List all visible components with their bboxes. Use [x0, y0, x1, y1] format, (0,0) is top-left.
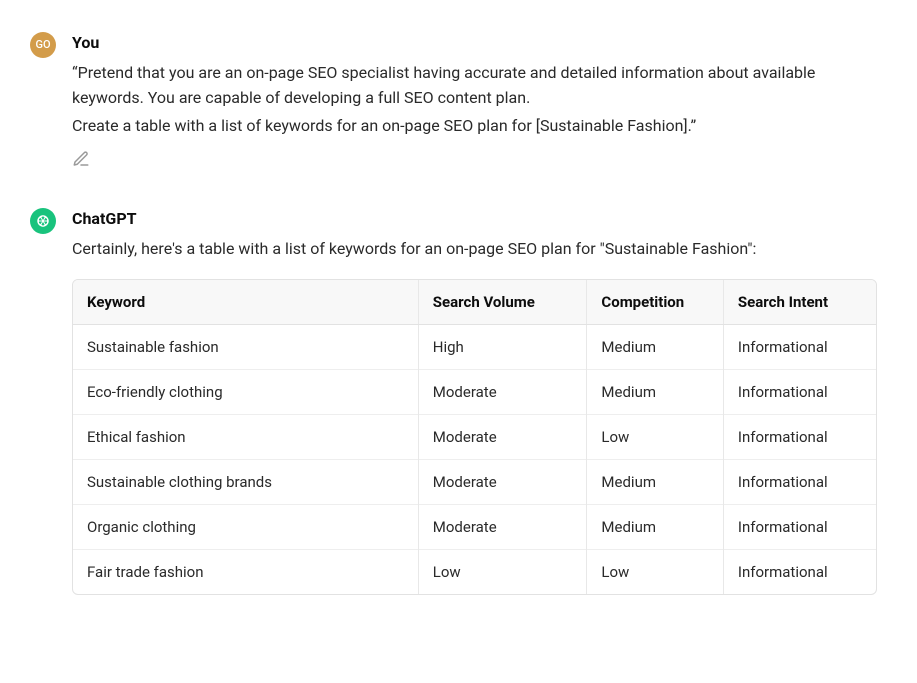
- assistant-message: ChatGPT Certainly, here's a table with a…: [30, 206, 877, 595]
- assistant-content: Certainly, here's a table with a list of…: [72, 236, 877, 596]
- col-header-search-volume: Search Volume: [418, 280, 587, 325]
- openai-logo-icon: [34, 212, 52, 230]
- cell-search-volume: Moderate: [418, 460, 587, 505]
- col-header-search-intent: Search Intent: [723, 280, 876, 325]
- cell-search-volume: Low: [418, 550, 587, 595]
- user-content: “Pretend that you are an on-page SEO spe…: [72, 60, 877, 139]
- table-row: Fair trade fashion Low Low Informational: [73, 550, 876, 595]
- table-row: Organic clothing Moderate Medium Informa…: [73, 505, 876, 550]
- user-avatar-initials: GO: [35, 36, 50, 54]
- cell-competition: Medium: [587, 370, 724, 415]
- keywords-table-wrapper: Keyword Search Volume Competition Search…: [72, 279, 877, 595]
- cell-search-intent: Informational: [723, 460, 876, 505]
- user-author-label: You: [72, 30, 877, 56]
- user-message-actions: [72, 150, 877, 176]
- cell-search-volume: High: [418, 325, 587, 370]
- col-header-keyword: Keyword: [73, 280, 418, 325]
- cell-search-volume: Moderate: [418, 505, 587, 550]
- cell-search-intent: Informational: [723, 370, 876, 415]
- cell-competition: Low: [587, 415, 724, 460]
- cell-competition: Medium: [587, 460, 724, 505]
- col-header-competition: Competition: [587, 280, 724, 325]
- assistant-author-label: ChatGPT: [72, 206, 877, 232]
- cell-search-intent: Informational: [723, 415, 876, 460]
- table-row: Ethical fashion Moderate Low Information…: [73, 415, 876, 460]
- table-row: Eco-friendly clothing Moderate Medium In…: [73, 370, 876, 415]
- user-message: GO You “Pretend that you are an on-page …: [30, 30, 877, 176]
- cell-competition: Medium: [587, 325, 724, 370]
- cell-keyword: Fair trade fashion: [73, 550, 418, 595]
- edit-icon[interactable]: [72, 150, 90, 168]
- table-row: Sustainable clothing brands Moderate Med…: [73, 460, 876, 505]
- cell-keyword: Organic clothing: [73, 505, 418, 550]
- cell-search-volume: Moderate: [418, 370, 587, 415]
- user-message-body: You “Pretend that you are an on-page SEO…: [72, 30, 877, 176]
- user-paragraph: “Pretend that you are an on-page SEO spe…: [72, 60, 877, 111]
- cell-competition: Medium: [587, 505, 724, 550]
- assistant-avatar: [30, 208, 56, 234]
- assistant-message-body: ChatGPT Certainly, here's a table with a…: [72, 206, 877, 595]
- cell-search-intent: Informational: [723, 505, 876, 550]
- assistant-intro-text: Certainly, here's a table with a list of…: [72, 236, 877, 262]
- cell-keyword: Sustainable clothing brands: [73, 460, 418, 505]
- cell-keyword: Eco-friendly clothing: [73, 370, 418, 415]
- user-avatar: GO: [30, 32, 56, 58]
- table-row: Sustainable fashion High Medium Informat…: [73, 325, 876, 370]
- table-header-row: Keyword Search Volume Competition Search…: [73, 280, 876, 325]
- user-paragraph: Create a table with a list of keywords f…: [72, 113, 877, 139]
- cell-keyword: Sustainable fashion: [73, 325, 418, 370]
- keywords-table: Keyword Search Volume Competition Search…: [73, 280, 876, 594]
- cell-competition: Low: [587, 550, 724, 595]
- cell-search-intent: Informational: [723, 325, 876, 370]
- cell-search-intent: Informational: [723, 550, 876, 595]
- cell-search-volume: Moderate: [418, 415, 587, 460]
- cell-keyword: Ethical fashion: [73, 415, 418, 460]
